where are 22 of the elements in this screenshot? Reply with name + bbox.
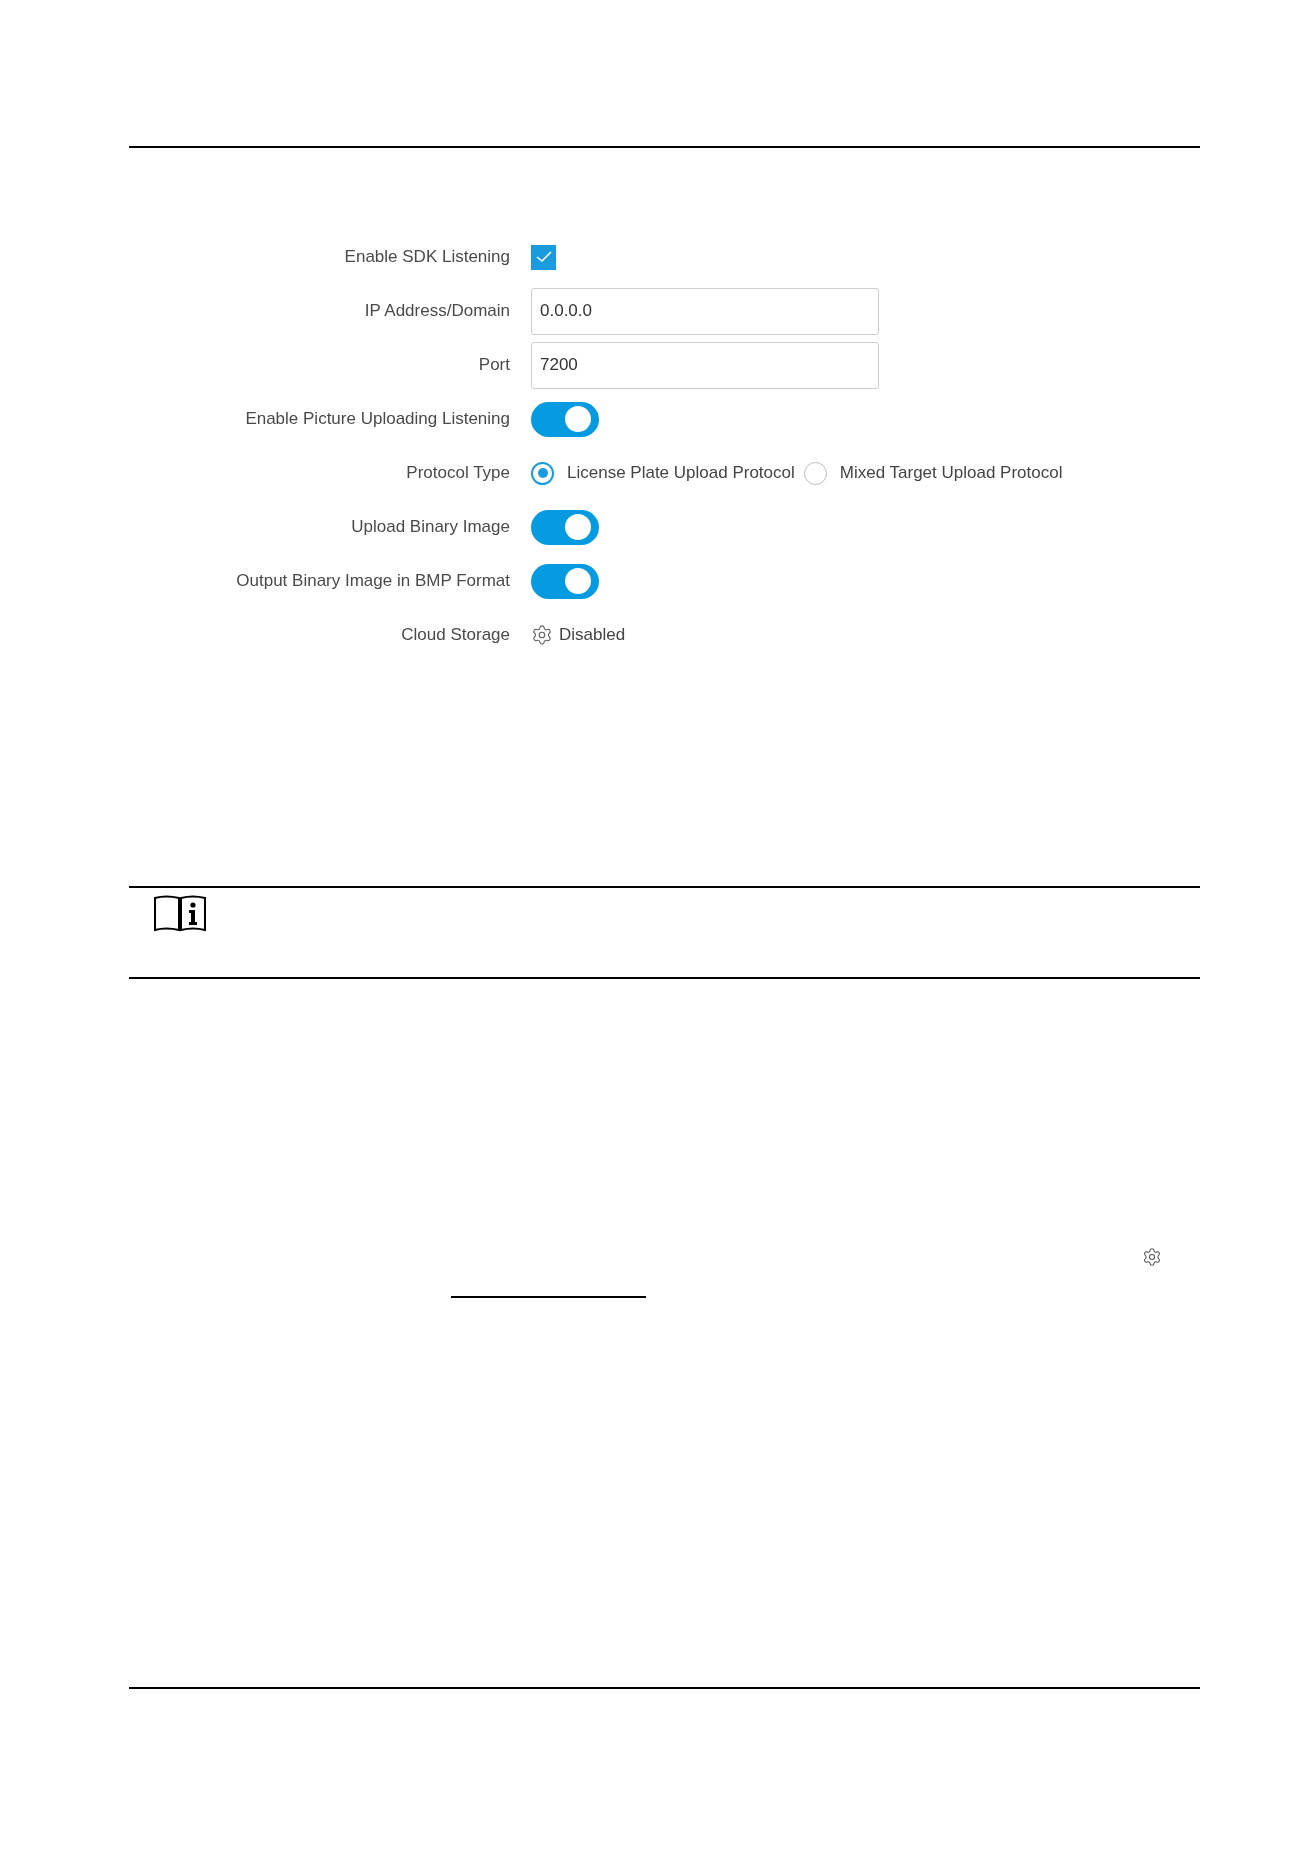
field-label: IP Address/Domain <box>364 300 510 323</box>
toggle-switch[interactable] <box>531 563 599 599</box>
option-label: Mixed Target Upload Protocol <box>839 462 1063 485</box>
input-field[interactable]: 7200 <box>531 341 879 389</box>
field-label: Cloud Storage <box>401 624 510 647</box>
option-label: License Plate Upload Protocol <box>567 462 795 485</box>
toggle-switch[interactable] <box>531 509 599 545</box>
field-label: Upload Binary Image <box>351 516 510 539</box>
field-label: Port <box>478 354 510 377</box>
settings-icon <box>1142 1247 1162 1267</box>
status-text: Disabled <box>559 624 626 647</box>
toggle-switch[interactable] <box>531 401 599 437</box>
checkbox[interactable] <box>531 244 556 270</box>
book-info-icon <box>154 894 206 932</box>
field-label: Protocol Type <box>406 462 510 485</box>
check-icon <box>535 251 552 263</box>
field-label: Enable SDK Listening <box>344 246 510 269</box>
field-label: Output Binary Image in BMP Format <box>236 570 510 593</box>
field-label: Enable Picture Uploading Listening <box>245 408 510 431</box>
radio-button[interactable] <box>531 461 554 485</box>
settings-icon[interactable] <box>531 624 553 646</box>
input-field[interactable]: 0.0.0.0 <box>531 287 879 335</box>
